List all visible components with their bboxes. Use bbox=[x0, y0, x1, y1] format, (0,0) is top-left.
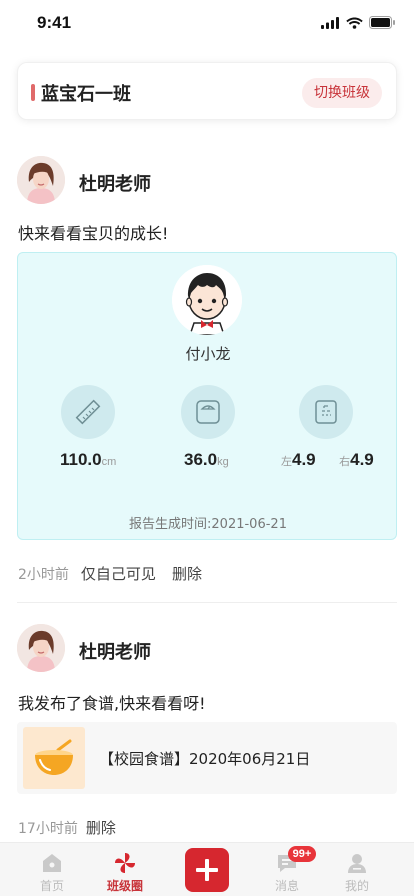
message-badge: 99+ bbox=[288, 846, 316, 862]
pinwheel-icon bbox=[115, 853, 135, 873]
post-author[interactable]: 杜明老师 bbox=[79, 170, 151, 196]
growth-report-card[interactable]: 付小龙 110.0cm 36.0kg 左4.9 右4.9 报告生成时间:2021… bbox=[17, 252, 397, 540]
class-name: 蓝宝石一班 bbox=[41, 84, 131, 105]
height-metric bbox=[61, 385, 115, 439]
post-time: 2小时前 bbox=[18, 566, 69, 583]
vision-left-value: 4.9 bbox=[292, 450, 316, 469]
height-value: 110.0cm bbox=[60, 450, 116, 470]
teacher-avatar-image bbox=[17, 624, 65, 672]
vision-metric bbox=[299, 385, 353, 439]
plus-icon bbox=[196, 859, 218, 881]
tab-class-circle[interactable]: 班级圈 bbox=[90, 843, 160, 896]
post-author[interactable]: 杜明老师 bbox=[79, 638, 151, 664]
visibility-toggle[interactable]: 仅自己可见 bbox=[81, 563, 156, 584]
teacher-avatar[interactable] bbox=[17, 624, 65, 672]
home-icon bbox=[43, 854, 61, 872]
tab-profile[interactable]: 我的 bbox=[322, 843, 392, 896]
scale-icon bbox=[196, 400, 220, 424]
status-bar: 9:41 bbox=[0, 0, 414, 48]
recipe-title: 【校园食谱】2020年06月21日 bbox=[99, 750, 311, 768]
weight-unit: kg bbox=[217, 456, 229, 468]
post-meta: 17小时前 删除 bbox=[18, 817, 116, 838]
ruler-icon bbox=[75, 399, 101, 425]
weight-metric bbox=[181, 385, 235, 439]
recipe-card[interactable]: 【校园食谱】2020年06月21日 bbox=[17, 722, 397, 794]
delete-button[interactable]: 删除 bbox=[172, 563, 202, 584]
tab-profile-label: 我的 bbox=[344, 879, 369, 893]
wifi-icon bbox=[346, 17, 363, 29]
tab-class-circle-label: 班级圈 bbox=[106, 879, 143, 893]
post-meta: 2小时前 仅自己可见 删除 bbox=[18, 563, 202, 584]
vision-value: 左4.9 右4.9 bbox=[281, 450, 374, 470]
tab-messages-label: 消息 bbox=[274, 879, 299, 893]
teacher-avatar-image bbox=[17, 156, 65, 204]
tab-home-label: 首页 bbox=[39, 879, 64, 893]
class-selector-card: 蓝宝石一班 切换班级 bbox=[17, 62, 397, 120]
post-time: 17小时前 bbox=[18, 820, 78, 837]
battery-icon bbox=[369, 16, 395, 29]
switch-class-button[interactable]: 切换班级 bbox=[302, 78, 382, 108]
teacher-avatar[interactable] bbox=[17, 156, 65, 204]
eye-chart-icon bbox=[315, 400, 337, 424]
post-text: 快来看看宝贝的成长! bbox=[18, 224, 169, 243]
add-post-button[interactable] bbox=[185, 848, 229, 892]
vision-left-label: 左 bbox=[281, 456, 292, 468]
recipe-thumbnail bbox=[23, 727, 85, 789]
child-name: 付小龙 bbox=[185, 345, 231, 363]
post-divider bbox=[17, 602, 397, 603]
delete-button[interactable]: 删除 bbox=[86, 817, 116, 838]
child-cartoon-icon bbox=[172, 265, 242, 335]
bowl-icon bbox=[35, 739, 73, 775]
status-time: 9:41 bbox=[37, 13, 72, 32]
status-icons bbox=[321, 16, 396, 29]
child-avatar bbox=[172, 265, 242, 335]
weight-number: 36.0 bbox=[184, 450, 218, 469]
height-unit: cm bbox=[101, 456, 117, 468]
signal-icon bbox=[321, 16, 339, 29]
weight-value: 36.0kg bbox=[184, 450, 229, 470]
profile-icon bbox=[348, 854, 366, 873]
tab-home[interactable]: 首页 bbox=[17, 843, 87, 896]
height-number: 110.0 bbox=[60, 450, 102, 469]
vision-right-value: 4.9 bbox=[350, 450, 374, 469]
post-text: 我发布了食谱,快来看看呀! bbox=[18, 694, 206, 713]
class-accent-bar bbox=[31, 84, 35, 101]
report-generated-time: 报告生成时间:2021-06-21 bbox=[129, 517, 287, 532]
vision-right-label: 右 bbox=[339, 456, 351, 468]
